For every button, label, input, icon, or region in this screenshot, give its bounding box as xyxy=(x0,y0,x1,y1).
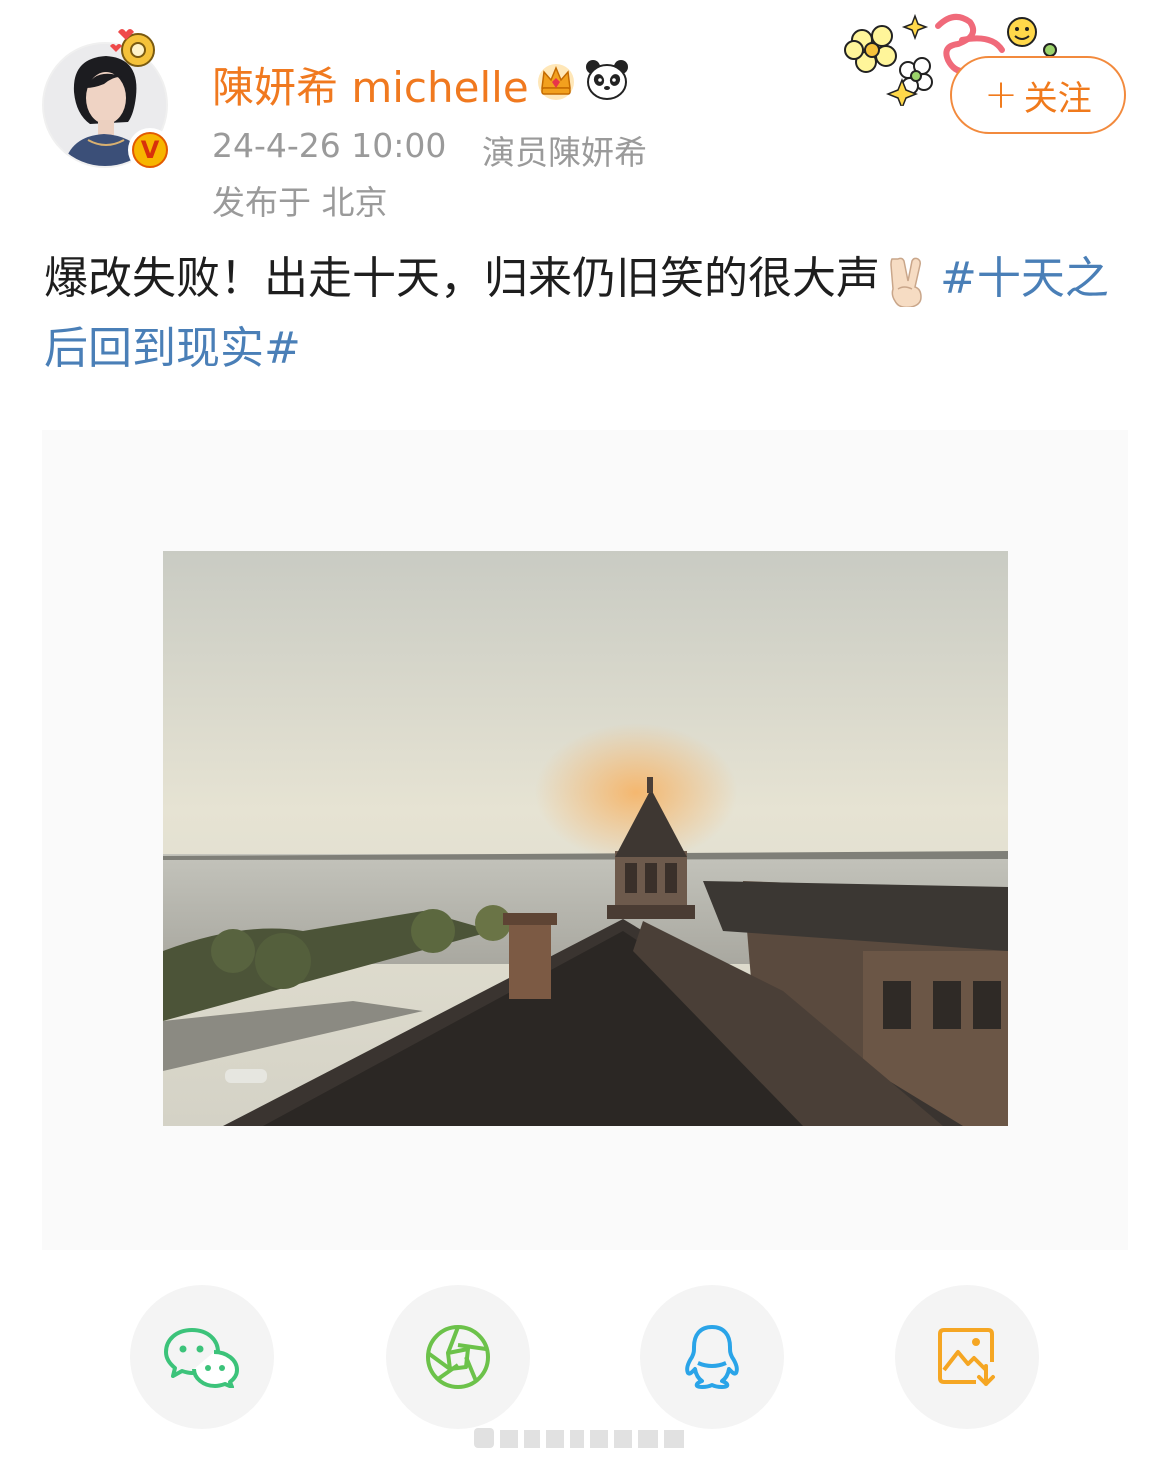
crown-icon xyxy=(538,64,574,100)
post-content: 爆改失败！出走十天，归来仍旧笑的很大声 #十天之后回到现实# xyxy=(44,244,1134,384)
post-photo[interactable] xyxy=(163,551,1008,1126)
share-wechat-button[interactable]: wechat-icon xyxy=(130,1285,274,1429)
post-timestamp: 24-4-26 10:00 xyxy=(212,126,447,165)
post-source: 演员陳妍希 xyxy=(482,133,647,172)
share-moments-button[interactable]: moments-icon xyxy=(386,1285,530,1429)
panda-icon xyxy=(586,60,628,100)
follow-label: 关注 xyxy=(1023,78,1092,119)
follow-button[interactable]: + 关注 xyxy=(950,56,1126,134)
verified-badge-label: V xyxy=(132,132,168,168)
verified-badge-icon: V xyxy=(128,128,172,172)
qq-icon xyxy=(685,1325,739,1389)
post-text: 爆改失败！出走十天，归来仍旧笑的很大声 xyxy=(44,253,880,304)
username[interactable]: 陳妍希 michelle xyxy=(212,54,529,115)
plus-icon: + xyxy=(984,72,1018,118)
save-image-icon xyxy=(938,1328,995,1386)
post-location: 发布于 北京 xyxy=(212,183,388,222)
save-image-button[interactable]: save-image-icon xyxy=(895,1285,1039,1429)
watermark-icon xyxy=(474,1428,684,1448)
share-qq-button[interactable]: qq-icon xyxy=(640,1285,784,1429)
victory-hand-emoji-icon xyxy=(890,257,922,307)
wechat-icon xyxy=(164,1328,239,1388)
avatar-decoration-icon xyxy=(110,29,155,67)
moments-icon xyxy=(426,1325,490,1389)
